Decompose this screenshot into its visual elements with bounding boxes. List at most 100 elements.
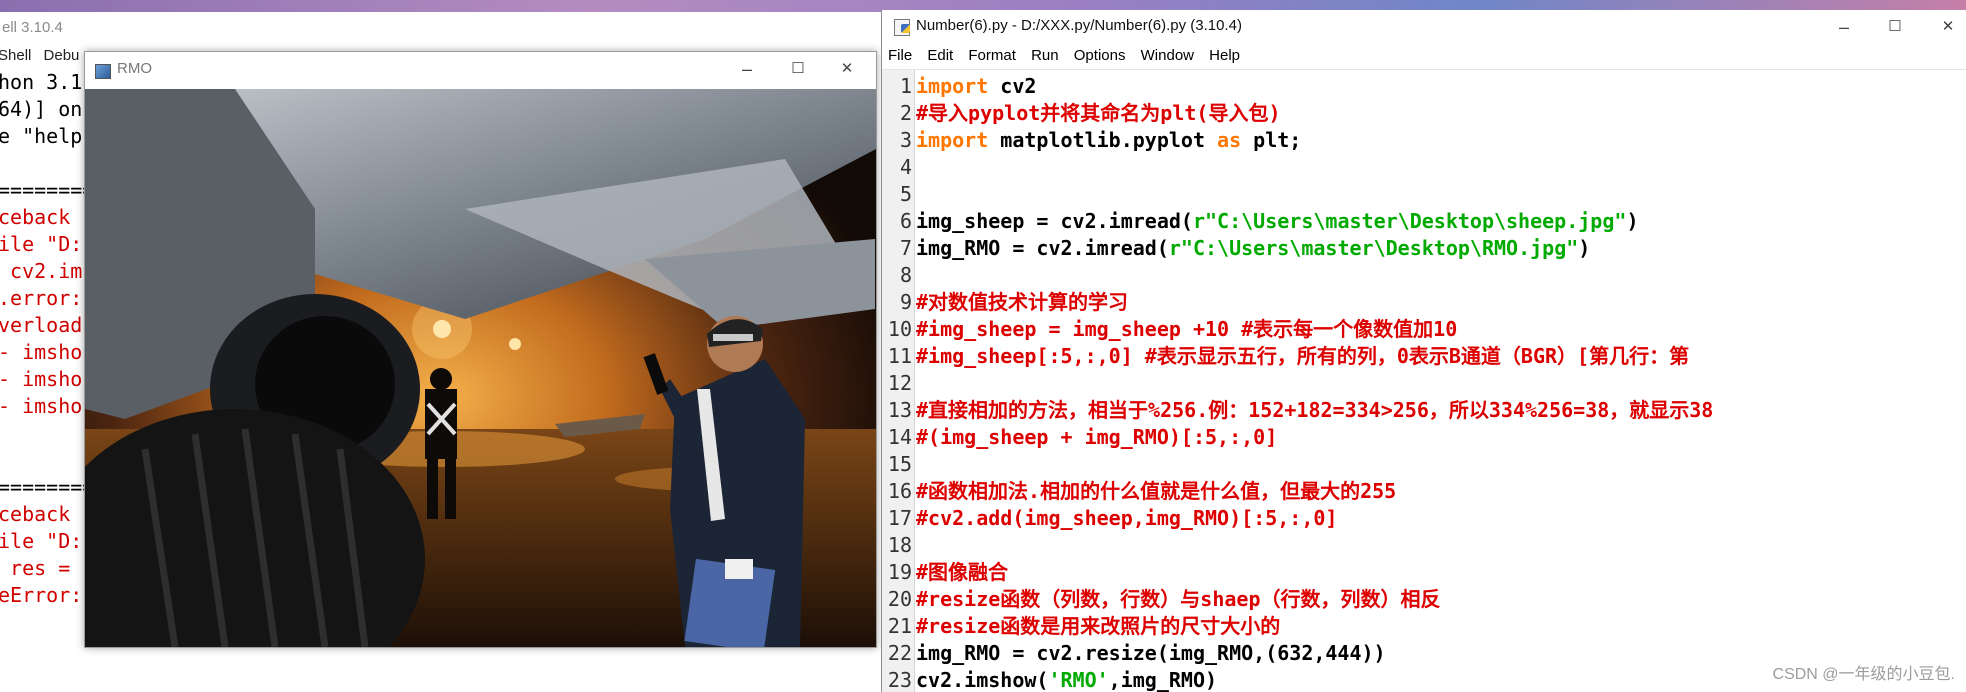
shell-window-title: ell 3.10.4: [2, 19, 63, 36]
code-token: img_RMO = cv2.imread(: [916, 236, 1169, 260]
menu-run[interactable]: Run: [1031, 47, 1059, 64]
code-text: #直接相加的方法，相当于%256.例：152+182=334>256，所以334…: [912, 397, 1713, 424]
menu-window[interactable]: Window: [1141, 47, 1194, 64]
code-text: import matplotlib.pyplot as plt;: [912, 127, 1301, 154]
menu-help[interactable]: Help: [1209, 47, 1240, 64]
line-number: 2: [899, 101, 912, 125]
code-text: import cv2: [912, 73, 1036, 100]
close-icon[interactable]: ✕: [1928, 14, 1966, 40]
code-text: img_sheep = cv2.imread(r"C:\Users\master…: [912, 208, 1638, 235]
code-text: #img_sheep = img_sheep +10 #表示每一个像数值加10: [912, 316, 1457, 343]
line-number: 18: [887, 533, 912, 557]
code-line[interactable]: 14 #(img_sheep + img_RMO)[:5,:,0]: [882, 424, 1713, 451]
comment-token: #(img_sheep + img_RMO)[:5,:,0]: [916, 425, 1278, 449]
code-line[interactable]: 18: [882, 532, 1713, 559]
viewer-title-bar[interactable]: RMO – ☐ ✕: [85, 52, 876, 89]
line-number: 8: [899, 263, 912, 287]
line-number: 12: [887, 371, 912, 395]
code-line[interactable]: 9 #对数值技术计算的学习: [882, 289, 1713, 316]
comment-token: #对数值技术计算的学习: [916, 290, 1129, 314]
menu-edit[interactable]: Edit: [927, 47, 953, 64]
shell-menu-debug[interactable]: Debu: [44, 47, 80, 64]
code-line[interactable]: 22 img_RMO = cv2.resize(img_RMO,(632,444)…: [882, 640, 1713, 667]
idle-editor-window[interactable]: Number(6).py - D:/XXX.py/Number(6).py (3…: [881, 10, 1966, 692]
editor-body[interactable]: 1 import cv2 2 #导入pyplot并将其命名为plt(导入包) 3 impo…: [882, 70, 1966, 692]
code-token: ): [1578, 236, 1591, 260]
code-token: cv2.imshow(: [916, 668, 1049, 692]
line-number: 9: [899, 290, 912, 314]
minimize-icon[interactable]: –: [727, 56, 767, 82]
code-line[interactable]: 2 #导入pyplot并将其命名为plt(导入包): [882, 100, 1713, 127]
maximize-icon[interactable]: ☐: [778, 56, 818, 82]
code-token: matplotlib.pyplot: [988, 128, 1218, 152]
code-line[interactable]: 12: [882, 370, 1713, 397]
code-line[interactable]: 10 #img_sheep = img_sheep +10 #表示每一个像数值加1…: [882, 316, 1713, 343]
minimize-icon[interactable]: –: [1824, 14, 1864, 40]
code-token: ): [1626, 209, 1639, 233]
line-number: 15: [887, 452, 912, 476]
line-number: 7: [899, 236, 912, 260]
editor-title-bar[interactable]: Number(6).py - D:/XXX.py/Number(6).py (3…: [882, 10, 1966, 42]
image-viewer-window[interactable]: RMO – ☐ ✕: [84, 51, 877, 648]
code-line[interactable]: 7 img_RMO = cv2.imread(r"C:\Users\master\…: [882, 235, 1713, 262]
keyword-token: import: [916, 74, 989, 98]
menu-file[interactable]: File: [888, 47, 912, 64]
code-text: #resize函数（列数，行数）与shaep（行数，列数）相反: [912, 586, 1441, 613]
comment-token: #resize函数（列数，行数）与shaep（行数，列数）相反: [916, 587, 1441, 611]
menu-options[interactable]: Options: [1074, 47, 1126, 64]
code-area[interactable]: 1 import cv2 2 #导入pyplot并将其命名为plt(导入包) 3 impo…: [882, 73, 1713, 692]
shell-menu-shell[interactable]: Shell: [0, 47, 31, 64]
code-text: #图像融合: [912, 559, 1008, 586]
code-text: #(img_sheep + img_RMO)[:5,:,0]: [912, 424, 1277, 451]
aircraft-night-photo: [85, 89, 876, 647]
code-line[interactable]: 15: [882, 451, 1713, 478]
line-number: 3: [899, 128, 912, 152]
code-line[interactable]: 8: [882, 262, 1713, 289]
close-icon[interactable]: ✕: [827, 56, 867, 82]
line-number: 23: [887, 668, 912, 692]
line-number: 22: [887, 641, 912, 665]
code-line[interactable]: 6 img_sheep = cv2.imread(r"C:\Users\maste…: [882, 208, 1713, 235]
comment-token: #导入pyplot并将其命名为plt(导入包): [916, 101, 1281, 125]
code-line[interactable]: 17 #cv2.add(img_sheep,img_RMO)[:5,:,0]: [882, 505, 1713, 532]
code-text: #函数相加法.相加的什么值就是什么值，但最大的255: [912, 478, 1396, 505]
code-token: img_sheep = cv2.imread(: [916, 209, 1193, 233]
comment-token: #img_sheep = img_sheep +10 #表示每一个像数值加10: [916, 317, 1458, 341]
keyword-token: as: [1217, 128, 1242, 152]
line-number: 20: [887, 587, 912, 611]
comment-token: #resize函数是用来改照片的尺寸大小的: [916, 614, 1281, 638]
code-line[interactable]: 21 #resize函数是用来改照片的尺寸大小的: [882, 613, 1713, 640]
code-line[interactable]: 16 #函数相加法.相加的什么值就是什么值，但最大的255: [882, 478, 1713, 505]
string-token: 'RMO': [1048, 668, 1109, 692]
line-number: 4: [899, 155, 912, 179]
line-number: 17: [887, 506, 912, 530]
code-line[interactable]: 11 #img_sheep[:5,:,0] #表示显示五行，所有的列，0表示B通道…: [882, 343, 1713, 370]
code-text: #导入pyplot并将其命名为plt(导入包): [912, 100, 1281, 127]
line-number: 1: [899, 74, 912, 98]
code-line[interactable]: 5: [882, 181, 1713, 208]
maximize-icon[interactable]: ☐: [1875, 14, 1915, 40]
line-number: 16: [887, 479, 912, 503]
code-line[interactable]: 19 #图像融合: [882, 559, 1713, 586]
comment-token: #函数相加法.相加的什么值就是什么值，但最大的255: [916, 479, 1397, 503]
string-token: r"C:\Users\master\Desktop\sheep.jpg": [1192, 209, 1627, 233]
line-number: 14: [887, 425, 912, 449]
code-token: ,img_RMO): [1108, 668, 1218, 692]
code-line[interactable]: 20 #resize函数（列数，行数）与shaep（行数，列数）相反: [882, 586, 1713, 613]
menu-format[interactable]: Format: [968, 47, 1016, 64]
code-line[interactable]: 4: [882, 154, 1713, 181]
viewer-title: RMO: [117, 60, 152, 77]
code-line[interactable]: 23 cv2.imshow('RMO',img_RMO): [882, 667, 1713, 692]
code-line[interactable]: 1 import cv2: [882, 73, 1713, 100]
watermark: CSDN @一年级的小豆包.: [1772, 666, 1955, 683]
code-token: plt;: [1241, 128, 1302, 152]
line-number: 6: [899, 209, 912, 233]
code-token: cv2: [988, 74, 1037, 98]
line-number: 11: [887, 344, 912, 368]
editor-title: Number(6).py - D:/XXX.py/Number(6).py (3…: [916, 17, 1242, 34]
rmo-image: [85, 89, 876, 647]
code-line[interactable]: 3 import matplotlib.pyplot as plt;: [882, 127, 1713, 154]
code-line[interactable]: 13 #直接相加的方法，相当于%256.例：152+182=334>256，所以3…: [882, 397, 1713, 424]
code-text: #img_sheep[:5,:,0] #表示显示五行，所有的列，0表示B通道（B…: [912, 343, 1689, 370]
line-number: 5: [899, 182, 912, 206]
